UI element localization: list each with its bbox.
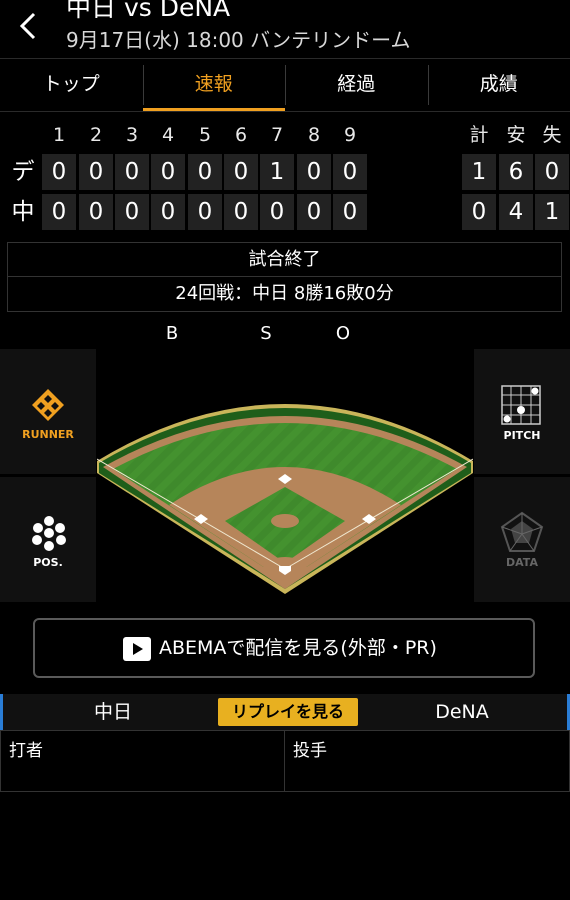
inning-header: 1 bbox=[52, 124, 66, 146]
inning-header: 3 bbox=[125, 124, 139, 146]
runner-icon bbox=[32, 389, 64, 421]
strike-count-label: S bbox=[260, 323, 272, 344]
hits-header: 安 bbox=[506, 124, 526, 146]
inning-score: 0 bbox=[333, 154, 367, 190]
pitch-grid-icon bbox=[501, 385, 541, 425]
total-hits: 4 bbox=[499, 194, 533, 230]
replay-bar: 中日 リプレイを見る DeNA bbox=[0, 694, 570, 730]
total-runs: 0 bbox=[462, 194, 496, 230]
game-status: 試合終了 24回戦：中日 8勝16敗0分 bbox=[7, 242, 562, 312]
pitch-label: PITCH bbox=[503, 429, 541, 442]
inning-score: 0 bbox=[224, 194, 258, 230]
data-label: DATA bbox=[506, 556, 538, 569]
inning-header: 2 bbox=[89, 124, 103, 146]
tab-stats[interactable]: 成績 bbox=[427, 59, 570, 111]
data-button[interactable]: DATA bbox=[474, 477, 570, 602]
tab-top[interactable]: トップ bbox=[0, 59, 143, 111]
play-icon bbox=[123, 637, 151, 661]
game-info: 9月17日(水) 18:00 バンテリンドーム bbox=[66, 28, 411, 52]
out-count-label: O bbox=[335, 323, 351, 344]
inning-score: 0 bbox=[42, 154, 76, 190]
runs-header: 計 bbox=[469, 124, 489, 146]
team-abbr: 中 bbox=[11, 199, 35, 225]
series-record: 24回戦：中日 8勝16敗0分 bbox=[175, 283, 394, 304]
inning-header: 8 bbox=[307, 124, 321, 146]
inning-score: 0 bbox=[297, 154, 331, 190]
position-button[interactable]: POS. bbox=[0, 477, 96, 602]
inning-score: 0 bbox=[188, 194, 222, 230]
tab-bar: トップ 速報 経過 成績 bbox=[0, 58, 570, 112]
total-hits: 6 bbox=[499, 154, 533, 190]
header: 中日 vs DeNA 9月17日(水) 18:00 バンテリンドーム bbox=[0, 0, 570, 58]
total-runs: 1 bbox=[462, 154, 496, 190]
runner-label: RUNNER bbox=[22, 428, 74, 441]
position-label: POS. bbox=[33, 556, 63, 569]
inning-score: 0 bbox=[297, 194, 331, 230]
inning-score: 0 bbox=[79, 194, 113, 230]
pitch-button[interactable]: PITCH bbox=[474, 349, 570, 474]
batter-label: 打者 bbox=[9, 741, 43, 761]
game-state: 試合終了 bbox=[8, 243, 561, 277]
inning-score: 0 bbox=[79, 154, 113, 190]
inning-score: 0 bbox=[333, 194, 367, 230]
runner-button[interactable]: RUNNER bbox=[0, 349, 96, 474]
away-team-label[interactable]: DeNA bbox=[412, 694, 512, 730]
home-team-label[interactable]: 中日 bbox=[73, 694, 153, 730]
total-errors: 0 bbox=[535, 154, 569, 190]
abema-label: ABEMAで配信を見る(外部・PR) bbox=[159, 637, 437, 659]
inning-header: 9 bbox=[343, 124, 357, 146]
inning-score: 0 bbox=[224, 154, 258, 190]
pentagon-chart-icon bbox=[500, 511, 544, 552]
chevron-left-icon[interactable] bbox=[14, 8, 44, 44]
scoreboard: 1 2 3 4 5 6 7 8 9 計 安 失 デ 0 0 0 0 0 0 1 … bbox=[0, 120, 570, 235]
inning-score: 0 bbox=[115, 154, 149, 190]
team-abbr: デ bbox=[11, 159, 35, 185]
field-diagram bbox=[96, 404, 474, 594]
inning-score: 0 bbox=[151, 194, 185, 230]
ball-count-label: B bbox=[165, 323, 179, 344]
position-icon bbox=[32, 516, 66, 551]
inning-header: 4 bbox=[161, 124, 175, 146]
total-errors: 1 bbox=[535, 194, 569, 230]
inning-header: 5 bbox=[198, 124, 212, 146]
pitcher-label: 投手 bbox=[293, 741, 327, 761]
inning-score: 0 bbox=[151, 154, 185, 190]
tab-live[interactable]: 速報 bbox=[142, 59, 286, 111]
inning-header: 7 bbox=[270, 124, 284, 146]
page-title: 中日 vs DeNA bbox=[66, 0, 231, 22]
baseball-field bbox=[96, 349, 474, 602]
pitcher-panel: 投手 bbox=[284, 730, 570, 792]
inning-score: 0 bbox=[115, 194, 149, 230]
inning-header: 6 bbox=[234, 124, 248, 146]
errors-header: 失 bbox=[542, 124, 562, 146]
inning-score: 1 bbox=[260, 154, 294, 190]
inning-score: 0 bbox=[42, 194, 76, 230]
replay-button[interactable]: リプレイを見る bbox=[218, 698, 358, 726]
batter-panel: 打者 bbox=[0, 730, 285, 792]
inning-score: 0 bbox=[260, 194, 294, 230]
tab-progress[interactable]: 経過 bbox=[285, 59, 428, 111]
inning-score: 0 bbox=[188, 154, 222, 190]
abema-stream-button[interactable]: ABEMAで配信を見る(外部・PR) bbox=[33, 618, 535, 678]
